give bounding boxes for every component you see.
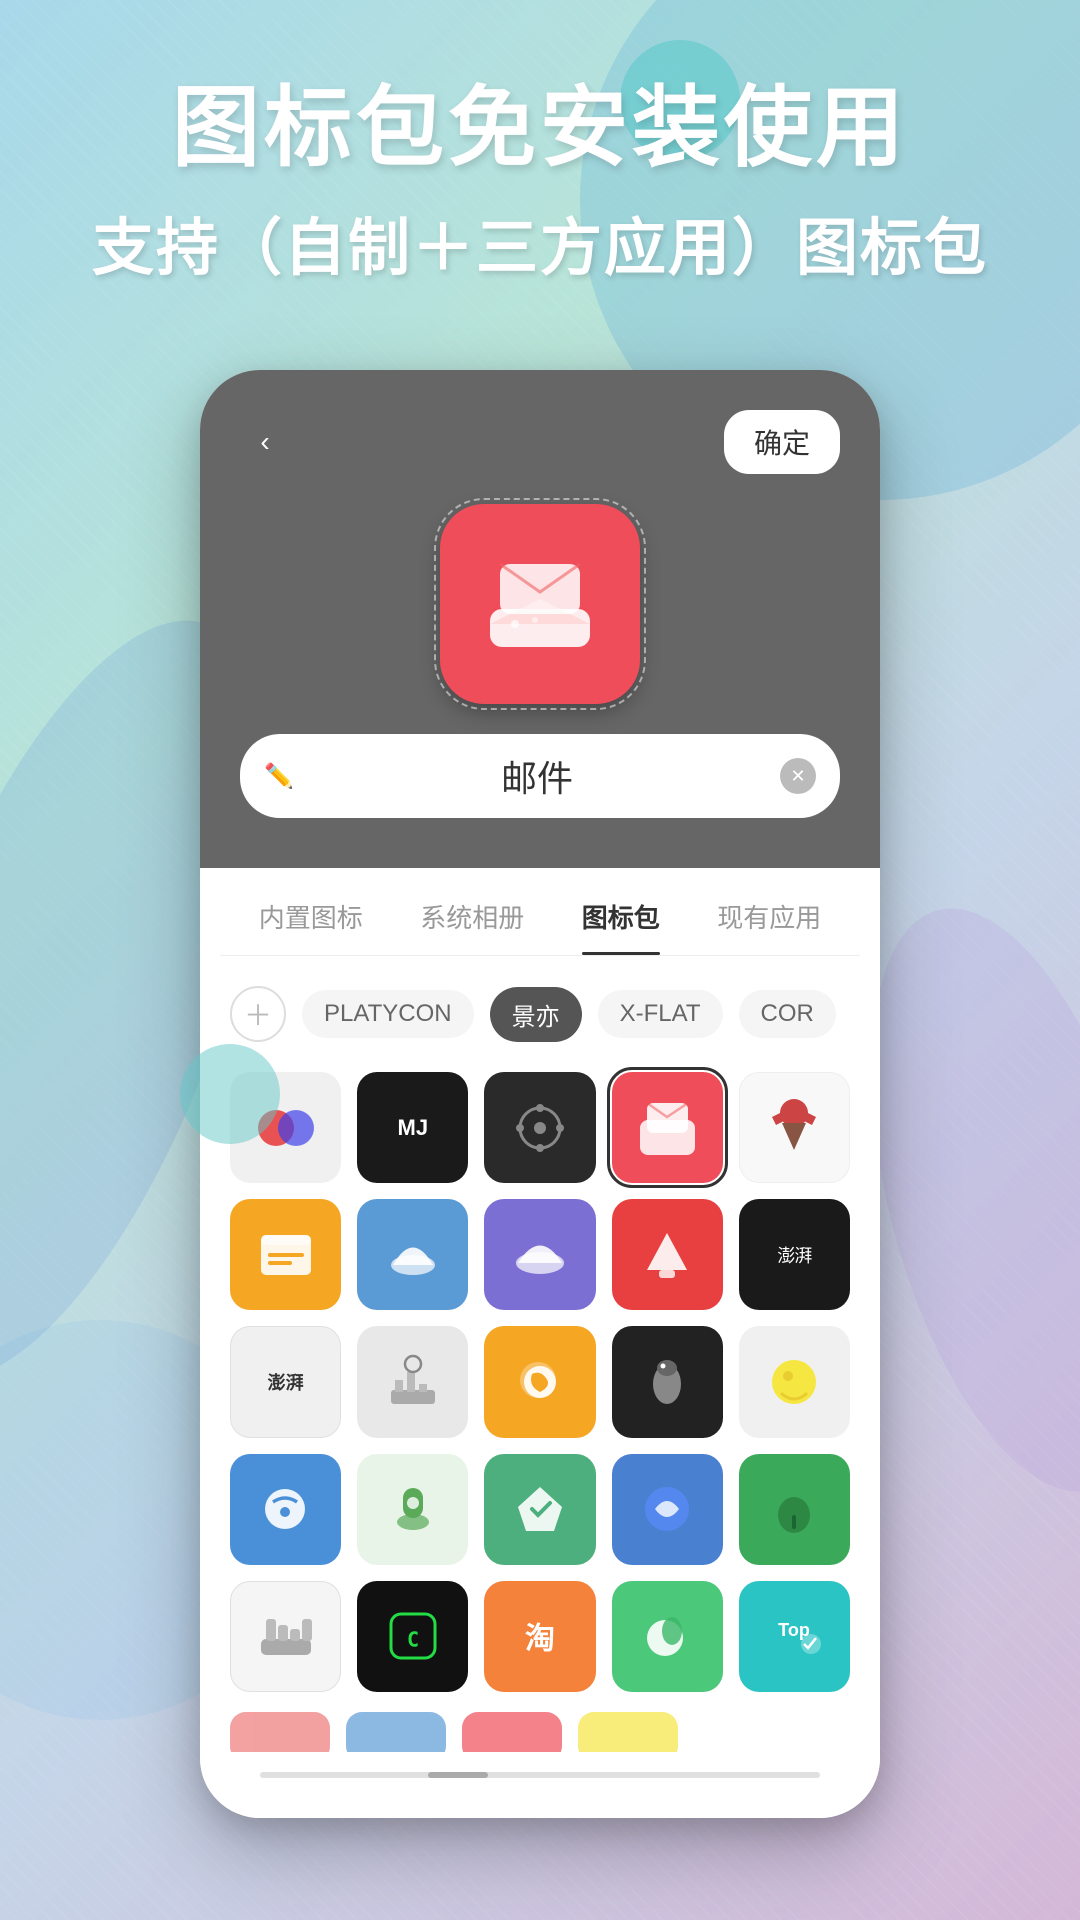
tab-gallery[interactable]: 系统相册 [420,898,524,955]
deco-circle [180,1044,280,1144]
back-button[interactable]: ‹ [240,417,290,467]
icon-grid: MJ [220,1062,860,1702]
list-item[interactable]: 澎湃 [230,1326,341,1437]
list-item[interactable] [612,1199,723,1310]
icon-preview-area [240,504,840,704]
phone-container: ‹ 确定 [200,370,880,1818]
phone-bottom-section: 内置图标 系统相册 图标包 现有应用 ＋ PLATYCON 景亦 X-FLAT … [200,868,880,1818]
header-section: 图标包免安装使用 支持（自制＋三方应用）图标包 [0,80,1080,287]
phone-nav: ‹ 确定 [240,410,840,474]
list-item[interactable]: MJ [357,1072,468,1183]
pack-tag-cor[interactable]: COR [739,990,836,1038]
list-item[interactable] [739,1072,850,1183]
name-input-row[interactable]: ✏️ 邮件 ✕ [240,734,840,818]
icon-name-text: 邮件 [310,750,764,802]
edit-icon: ✏️ [264,762,294,791]
list-item[interactable]: 澎湃 [739,1199,850,1310]
add-pack-button[interactable]: ＋ [230,986,286,1042]
list-item[interactable] [612,1326,723,1437]
tab-bar: 内置图标 系统相册 图标包 现有应用 [220,868,860,956]
mail-icon [480,554,600,654]
list-item[interactable] [484,1454,595,1565]
confirm-button[interactable]: 确定 [724,410,840,474]
list-item[interactable] [230,1454,341,1565]
svg-text:淘: 淘 [525,1623,555,1656]
clear-button[interactable]: ✕ [780,758,816,794]
list-item[interactable] [612,1581,723,1692]
list-item[interactable] [484,1072,595,1183]
list-item[interactable] [739,1326,850,1437]
list-item[interactable] [357,1454,468,1565]
phone-top-section: ‹ 确定 [200,370,880,868]
list-item[interactable] [230,1581,341,1692]
list-item[interactable] [357,1326,468,1437]
list-item[interactable] [230,1199,341,1310]
icon-pack-tabs: ＋ PLATYCON 景亦 X-FLAT COR [220,976,860,1062]
list-item[interactable]: Top [739,1581,850,1692]
pack-tag-platycon[interactable]: PLATYCON [302,990,474,1038]
list-item[interactable] [612,1072,723,1183]
pack-tag-xflat[interactable]: X-FLAT [598,990,723,1038]
title-main: 图标包免安装使用 [0,80,1080,177]
svg-text:C: C [407,1628,419,1652]
list-item[interactable] [612,1454,723,1565]
title-sub: 支持（自制＋三方应用）图标包 [0,197,1080,287]
icon-preview-box [440,504,640,704]
list-item[interactable] [357,1199,468,1310]
scroll-indicator [428,1772,488,1778]
list-item[interactable] [484,1199,595,1310]
list-item[interactable]: C [357,1581,468,1692]
tab-iconpack[interactable]: 图标包 [582,898,660,955]
list-item[interactable]: 淘 [484,1581,595,1692]
list-item[interactable] [739,1454,850,1565]
pack-tag-jingyi[interactable]: 景亦 [490,987,582,1042]
phone-mockup: ‹ 确定 [200,370,880,1818]
list-item[interactable] [484,1326,595,1437]
tab-current[interactable]: 现有应用 [717,898,821,955]
scroll-bar [260,1772,820,1778]
tab-builtin[interactable]: 内置图标 [259,898,363,955]
